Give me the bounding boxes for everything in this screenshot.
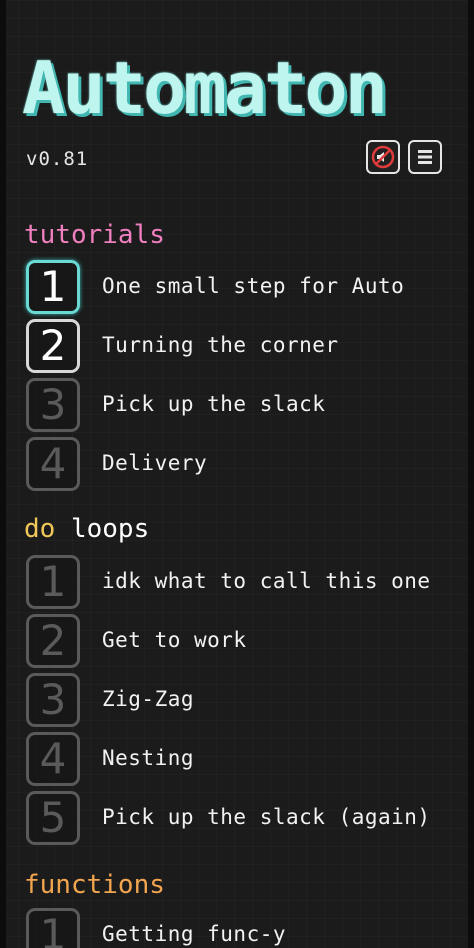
level-select-screen: Automaton v0.81 tutorials 1 One small st… xyxy=(0,0,474,948)
level-button-loops-3[interactable]: 3 Zig-Zag xyxy=(24,673,464,729)
level-number-box: 4 xyxy=(26,437,80,491)
menu-button[interactable] xyxy=(408,140,442,174)
level-number-box: 1 xyxy=(26,555,80,609)
level-title: Pick up the slack (again) xyxy=(102,805,431,829)
level-button-tutorials-2[interactable]: 2 Turning the corner xyxy=(24,319,464,375)
level-button-tutorials-4[interactable]: 4 Delivery xyxy=(24,437,464,493)
level-title: idk what to call this one xyxy=(102,569,431,593)
level-button-loops-5[interactable]: 5 Pick up the slack (again) xyxy=(24,791,464,847)
level-title: Delivery xyxy=(102,451,208,475)
section-heading-functions: functions xyxy=(24,870,165,900)
section-heading-loops: do loops xyxy=(24,516,149,542)
section-heading-tutorials: tutorials xyxy=(24,220,165,250)
game-logo: Automaton xyxy=(22,46,388,130)
level-number-box: 1 xyxy=(26,908,80,948)
level-title: One small step for Auto xyxy=(102,274,405,298)
level-button-functions-1[interactable]: 1 Getting func-y xyxy=(24,908,464,948)
level-button-loops-4[interactable]: 4 Nesting xyxy=(24,732,464,788)
sound-toggle-button[interactable] xyxy=(366,140,400,174)
level-button-tutorials-3[interactable]: 3 Pick up the slack xyxy=(24,378,464,434)
version-label: v0.81 xyxy=(26,148,89,170)
right-edge xyxy=(468,0,474,948)
level-number-box: 3 xyxy=(26,378,80,432)
heading-keyword: do xyxy=(24,514,56,544)
level-button-loops-2[interactable]: 2 Get to work xyxy=(24,614,464,670)
level-number-box: 3 xyxy=(26,673,80,727)
level-number-box: 1 xyxy=(26,260,80,314)
hamburger-menu-icon xyxy=(418,150,432,164)
level-button-loops-1[interactable]: 1 idk what to call this one xyxy=(24,555,464,611)
level-number-box: 2 xyxy=(26,614,80,668)
level-button-tutorials-1[interactable]: 1 One small step for Auto xyxy=(24,260,464,316)
level-title: Turning the corner xyxy=(102,333,339,357)
level-title: Getting func-y xyxy=(102,922,287,946)
level-title: Get to work xyxy=(102,628,247,652)
level-number-box: 5 xyxy=(26,791,80,845)
level-number-box: 2 xyxy=(26,319,80,373)
heading-text: loops xyxy=(70,514,150,544)
level-title: Zig-Zag xyxy=(102,687,195,711)
sound-muted-icon xyxy=(371,145,395,169)
left-edge xyxy=(0,0,6,948)
level-title: Nesting xyxy=(102,746,195,770)
level-number-box: 4 xyxy=(26,732,80,786)
level-title: Pick up the slack xyxy=(102,392,326,416)
